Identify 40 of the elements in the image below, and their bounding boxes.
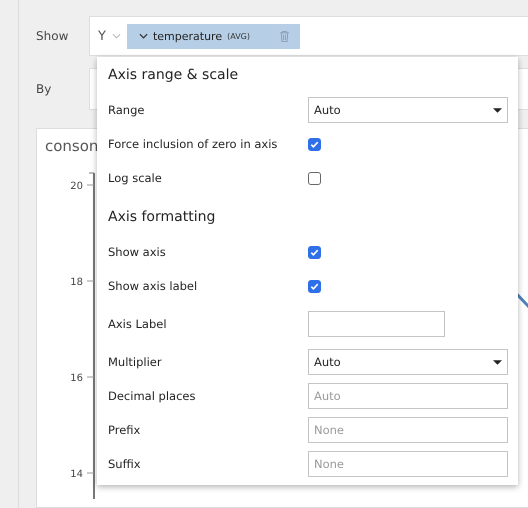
chevron-down-icon [138, 33, 148, 39]
input-field[interactable]: None [308, 417, 508, 443]
checkbox[interactable] [308, 138, 321, 150]
setting-label: Show axis label [108, 279, 198, 293]
setting-label: Log scale [108, 171, 163, 185]
section-heading: Axis formatting [108, 209, 216, 227]
select-field[interactable]: Auto [308, 97, 508, 123]
setting-label: Axis Label [108, 317, 168, 331]
checkbox[interactable] [308, 172, 321, 184]
tick-label: 16 [70, 373, 83, 384]
checkbox[interactable] [308, 246, 321, 258]
setting-label: Suffix [108, 457, 142, 471]
tick-label: 14 [70, 469, 83, 480]
measure-chip[interactable]: temperature (AVG) [126, 24, 300, 48]
checkbox[interactable] [308, 280, 321, 292]
setting-label: Prefix [108, 423, 142, 437]
input-field[interactable]: Auto [308, 383, 508, 409]
setting-label: Force inclusion of zero in axis [108, 137, 278, 151]
caret-icon [493, 108, 502, 112]
measure-name: temperature [152, 30, 222, 42]
setting-label: Decimal places [108, 389, 196, 403]
chart-title: conson [45, 137, 98, 155]
input-field[interactable]: None [308, 451, 508, 477]
tick-label: 18 [70, 277, 83, 288]
select-value: Auto [314, 103, 341, 117]
by-label: By [36, 82, 52, 96]
section-heading: Axis range & scale [108, 67, 240, 85]
select-value: Auto [314, 355, 341, 369]
setting-label: Multiplier [108, 355, 163, 369]
chevron-down-icon [112, 33, 121, 39]
setting-label: Range [108, 103, 146, 117]
axis-dropdown[interactable]: Y [98, 28, 121, 44]
tick-label: 20 [70, 181, 83, 192]
setting-label: Show axis [108, 245, 167, 259]
input-field[interactable] [308, 311, 445, 337]
show-label: Show [36, 29, 70, 43]
select-field[interactable]: Auto [308, 349, 508, 375]
aggregate-label: (AVG) [227, 32, 250, 40]
show-field[interactable]: Y temperature (AVG) [89, 16, 528, 56]
caret-icon [493, 360, 502, 364]
